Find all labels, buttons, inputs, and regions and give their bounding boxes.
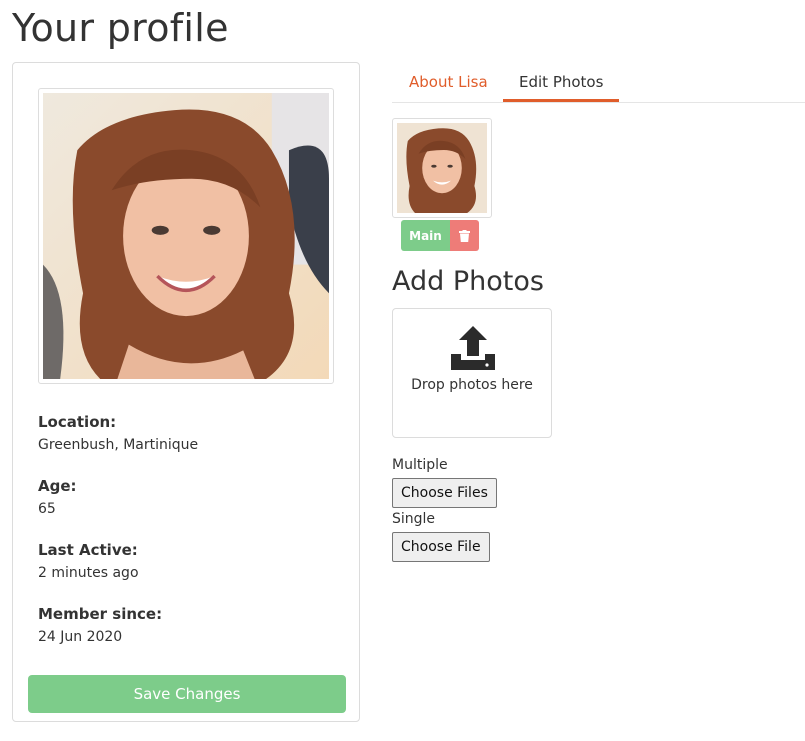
profile-photo-image	[43, 93, 329, 379]
multiple-label: Multiple	[392, 457, 448, 473]
save-changes-button[interactable]: Save Changes	[28, 675, 346, 713]
single-label: Single	[392, 511, 436, 527]
tab-about[interactable]: About Lisa	[393, 62, 504, 102]
location-label: Location:	[38, 413, 117, 431]
profile-card: Location: Greenbush, Martinique Age: 65 …	[12, 62, 360, 722]
member-since-field: Member since: 24 Jun 2020	[38, 605, 338, 645]
last-active-field: Last Active: 2 minutes ago	[38, 541, 338, 581]
last-active-value: 2 minutes ago	[38, 565, 139, 581]
photo-dropzone[interactable]: Drop photos here	[392, 308, 552, 438]
upload-icon	[451, 326, 495, 370]
age-label: Age:	[38, 477, 77, 495]
age-value: 65	[38, 501, 56, 517]
last-active-label: Last Active:	[38, 541, 138, 559]
tab-edit-photos[interactable]: Edit Photos	[503, 62, 620, 102]
trash-icon	[459, 229, 470, 242]
set-main-photo-button[interactable]: Main	[401, 220, 450, 251]
location-field: Location: Greenbush, Martinique	[38, 413, 338, 453]
age-field: Age: 65	[38, 477, 338, 517]
thumbnail-image	[397, 123, 487, 213]
delete-photo-button[interactable]	[450, 220, 479, 251]
profile-tabs: About Lisa Edit Photos	[392, 62, 805, 103]
member-since-label: Member since:	[38, 605, 163, 623]
add-photos-heading: Add Photos	[392, 266, 544, 297]
profile-photo	[38, 88, 334, 384]
dropzone-text: Drop photos here	[411, 377, 533, 393]
photo-thumbnail	[392, 118, 492, 218]
choose-files-button[interactable]: Choose Files	[392, 478, 497, 508]
member-since-value: 24 Jun 2020	[38, 629, 123, 645]
choose-file-button[interactable]: Choose File	[392, 532, 490, 562]
page-title: Your profile	[12, 6, 229, 50]
location-value: Greenbush, Martinique	[38, 437, 199, 453]
